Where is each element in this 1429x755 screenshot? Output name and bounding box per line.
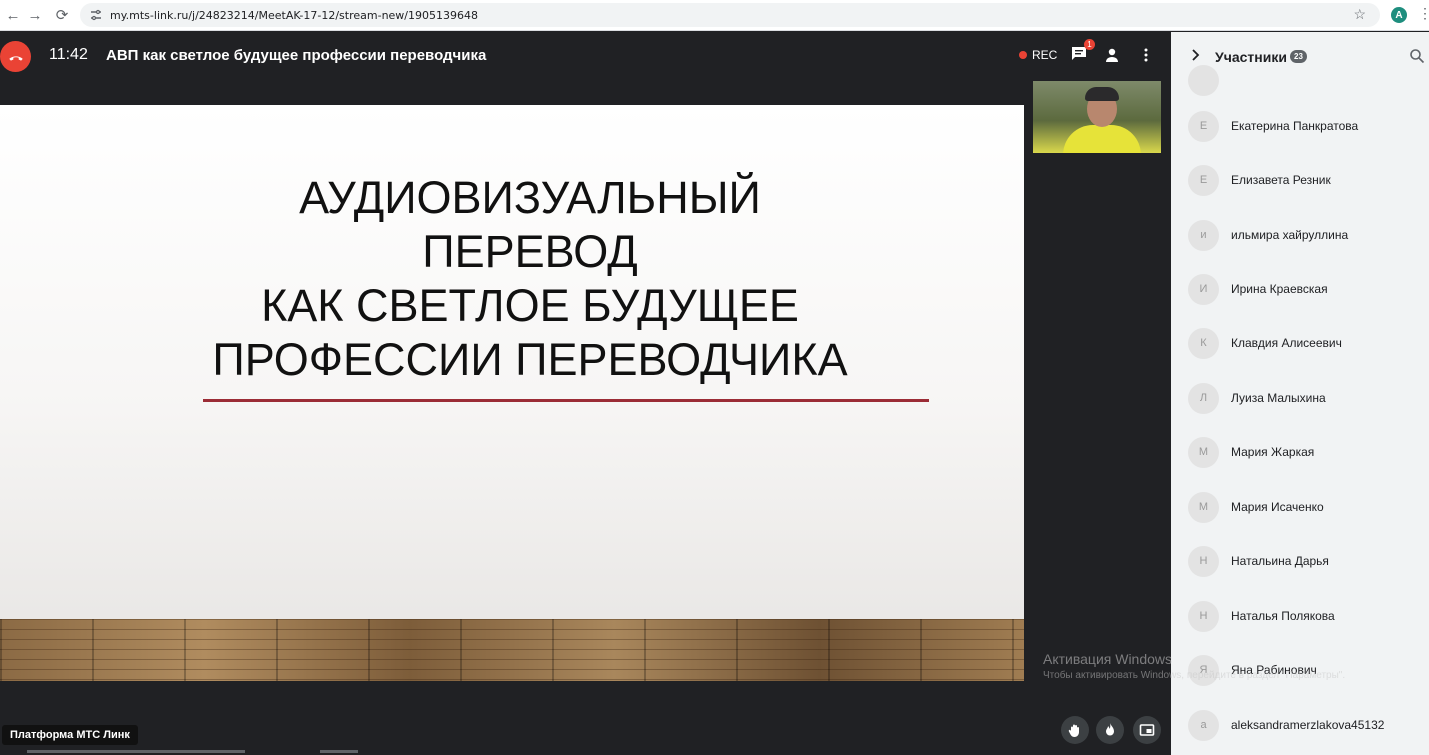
flame-icon bbox=[1106, 723, 1114, 736]
platform-label: Платформа МТС Линк bbox=[2, 725, 138, 745]
participant-avatar: К bbox=[1188, 327, 1219, 359]
participant-avatar: Л bbox=[1188, 382, 1219, 414]
participant-name: ильмира хайруллина bbox=[1231, 228, 1349, 242]
participant-name: Луиза Малыхина bbox=[1231, 391, 1326, 405]
windows-activation-subtitle: Чтобы активировать Windows, перейдите в … bbox=[1043, 670, 1346, 681]
video-person-hair bbox=[1085, 87, 1119, 101]
address-bar[interactable]: my.mts-link.ru/j/24823214/MeetAK-17-12/s… bbox=[80, 3, 1380, 27]
participant-avatar: М bbox=[1188, 491, 1219, 523]
slide-wood-floor bbox=[0, 619, 1024, 681]
video-person-body bbox=[1063, 125, 1141, 153]
slide-title-line: АУДИОВИЗУАЛЬНЫЙ bbox=[299, 172, 761, 223]
participant-row[interactable]: М Мария Жаркая bbox=[1171, 432, 1429, 472]
profile-avatar[interactable]: A bbox=[1391, 7, 1407, 23]
raise-hand-button[interactable] bbox=[1061, 716, 1089, 744]
participant-row[interactable]: Л Луиза Малыхина bbox=[1171, 378, 1429, 418]
participant-name: Наталья Полякова bbox=[1231, 609, 1335, 623]
phone-hangup-icon bbox=[8, 55, 23, 61]
participant-avatar: и bbox=[1188, 219, 1219, 251]
reactions-button[interactable] bbox=[1096, 716, 1124, 744]
meeting-time: 11:42 bbox=[49, 46, 88, 63]
participant-avatar: Н bbox=[1188, 545, 1219, 577]
participant-name: Натальина Дарья bbox=[1231, 554, 1329, 568]
participants-panel: Участники 23 Е Екатерина Панкратова Е Ел… bbox=[1171, 32, 1429, 755]
presentation-slide: АУДИОВИЗУАЛЬНЫЙ ПЕРЕВОД КАК СВЕТЛОЕ БУДУ… bbox=[0, 105, 1024, 681]
windows-activation-title: Активация Windows bbox=[1043, 651, 1173, 667]
participant-avatar: Е bbox=[1188, 110, 1219, 142]
hand-icon bbox=[1068, 724, 1079, 737]
meeting-title: АВП как светлое будущее профессии перево… bbox=[106, 47, 487, 64]
hangup-button[interactable] bbox=[0, 41, 31, 72]
speaker-video-tile[interactable] bbox=[1033, 81, 1161, 153]
participant-row[interactable]: и ильмира хайруллина bbox=[1171, 215, 1429, 255]
url-text[interactable]: my.mts-link.ru/j/24823214/MeetAK-17-12/s… bbox=[110, 9, 478, 22]
participant-row[interactable]: Н Натальина Дарья bbox=[1171, 541, 1429, 581]
bookmark-star-icon[interactable]: ☆ bbox=[1353, 6, 1366, 23]
meeting-topbar: 11:42 АВП как светлое будущее профессии … bbox=[0, 32, 1171, 80]
participant-row[interactable]: И Ирина Краевская bbox=[1171, 269, 1429, 309]
slide-title-line: КАК СВЕТЛОЕ БУДУЩЕЕ bbox=[261, 280, 799, 331]
slide-title-line: ПЕРЕВОД bbox=[422, 226, 638, 277]
chat-unread-badge: 1 bbox=[1084, 39, 1095, 50]
bottom-progress-bar bbox=[320, 750, 358, 753]
recording-indicator: REC bbox=[1019, 48, 1057, 62]
site-settings-icon[interactable] bbox=[88, 7, 104, 23]
participant-name: Ирина Краевская bbox=[1231, 282, 1328, 296]
reload-icon[interactable]: ⟳ bbox=[49, 2, 75, 28]
pip-icon bbox=[1139, 724, 1155, 736]
slide-divider bbox=[203, 399, 929, 402]
participant-name: Мария Жаркая bbox=[1231, 445, 1315, 459]
participant-row-partial[interactable] bbox=[1171, 60, 1429, 100]
participant-name: Елизавета Резник bbox=[1231, 173, 1331, 187]
participant-name: aleksandramerzlakova45132 bbox=[1231, 718, 1385, 732]
forward-icon[interactable]: → bbox=[22, 2, 48, 28]
browser-toolbar: ← → ⟳ my.mts-link.ru/j/24823214/MeetAK-1… bbox=[0, 0, 1429, 31]
participant-row[interactable]: Е Екатерина Панкратова bbox=[1171, 106, 1429, 146]
participant-row[interactable]: Е Елизавета Резник bbox=[1171, 160, 1429, 200]
participant-avatar: И bbox=[1188, 273, 1219, 305]
participant-avatar: a bbox=[1188, 709, 1219, 741]
participant-row[interactable]: Н Наталья Полякова bbox=[1171, 596, 1429, 636]
more-options-icon[interactable] bbox=[1140, 47, 1152, 63]
participant-row[interactable]: a aleksandramerzlakova45132 bbox=[1171, 705, 1429, 745]
browser-menu-icon[interactable]: ⋮ bbox=[1418, 5, 1429, 22]
participant-avatar bbox=[1188, 64, 1219, 96]
participant-avatar: Н bbox=[1188, 600, 1219, 632]
slide-title: АУДИОВИЗУАЛЬНЫЙ ПЕРЕВОД КАК СВЕТЛОЕ БУДУ… bbox=[0, 171, 1024, 387]
participant-name: Мария Исаченко bbox=[1231, 500, 1324, 514]
participant-name: Екатерина Панкратова bbox=[1231, 119, 1359, 133]
rec-dot-icon bbox=[1019, 51, 1027, 59]
participants-icon[interactable] bbox=[1104, 47, 1120, 63]
participant-avatar: М bbox=[1188, 436, 1219, 468]
slide-title-line: ПРОФЕССИИ ПЕРЕВОДЧИКА bbox=[212, 334, 848, 385]
meeting-area: 11:42 АВП как светлое будущее профессии … bbox=[0, 32, 1171, 755]
bottom-progress-bar bbox=[27, 750, 245, 753]
participant-row[interactable]: К Клавдия Алисеевич bbox=[1171, 323, 1429, 363]
participant-row[interactable]: М Мария Исаченко bbox=[1171, 487, 1429, 527]
picture-in-picture-button[interactable] bbox=[1133, 716, 1161, 744]
participant-avatar: Е bbox=[1188, 164, 1219, 196]
participant-name: Клавдия Алисеевич bbox=[1231, 336, 1342, 350]
rec-label: REC bbox=[1032, 48, 1058, 62]
